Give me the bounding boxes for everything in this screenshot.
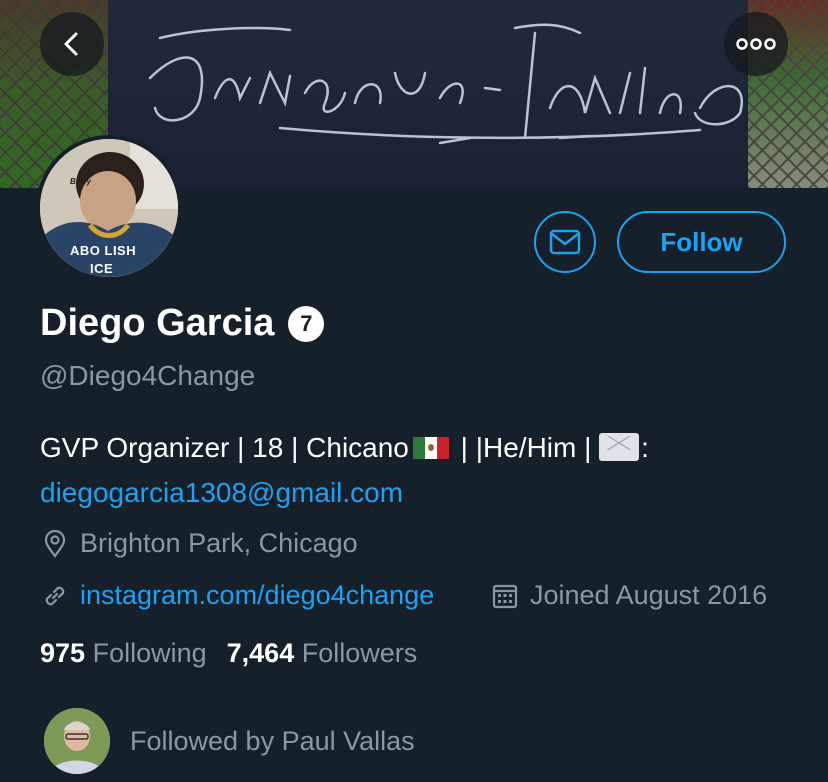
following-stat[interactable]: 975 Following — [40, 638, 207, 669]
followers-count: 7,464 — [226, 638, 295, 668]
banner-chalk-lettering — [148, 23, 743, 145]
profile-bio: GVP Organizer | 18 | Chicano | |He/Him |… — [40, 425, 800, 515]
followers-stat[interactable]: 7,464 Followers — [227, 638, 418, 669]
link-icon — [40, 581, 70, 611]
profile-joined: Joined August 2016 — [490, 580, 767, 611]
website-link[interactable]: instagram.com/diego4change — [80, 580, 434, 611]
bio-text: GVP Organizer | 18 | Chicano — [40, 432, 409, 463]
more-horizontal-icon — [736, 38, 776, 50]
message-button[interactable] — [534, 211, 596, 273]
followers-label: Followers — [301, 638, 418, 668]
chevron-left-icon — [64, 32, 78, 56]
location-pin-icon — [40, 529, 70, 559]
profile-name-row: Diego Garcia 7 — [40, 302, 325, 345]
follower-avatar — [44, 708, 110, 774]
profile-name: Diego Garcia — [40, 302, 275, 344]
followed-by-text: Followed by Paul Vallas — [130, 725, 415, 756]
profile-avatar[interactable]: ABO LISH ICE Baby — [36, 135, 182, 281]
envelope-emoji-icon — [599, 433, 640, 461]
bio-colon: : — [641, 432, 649, 463]
profile-website: instagram.com/diego4change — [40, 580, 434, 611]
avatar-face-text: Baby — [70, 177, 92, 186]
follow-button[interactable]: Follow — [617, 211, 786, 273]
envelope-icon — [549, 229, 581, 255]
badge-icon: 7 — [288, 305, 325, 342]
more-options-button[interactable] — [724, 12, 788, 76]
avatar-shirt-text-top: ABO LISH — [70, 243, 137, 258]
bio-pronouns: | |He/Him | — [452, 432, 600, 463]
mexico-flag-icon — [412, 437, 449, 459]
joined-text: Joined August 2016 — [530, 580, 768, 610]
avatar-shirt-text-bottom: ICE — [90, 261, 114, 276]
location-text: Brighton Park, Chicago — [80, 528, 358, 558]
bio-email-link[interactable]: diegogarcia1308@gmail.com — [40, 477, 403, 508]
following-count: 975 — [40, 638, 86, 668]
following-label: Following — [92, 638, 207, 668]
profile-location: Brighton Park, Chicago — [40, 528, 358, 559]
calendar-icon — [490, 581, 520, 611]
follow-stats: 975 Following 7,464 Followers — [40, 638, 417, 669]
profile-handle: @Diego4Change — [40, 360, 256, 391]
back-button[interactable] — [40, 12, 104, 76]
followed-by-row[interactable]: Followed by Paul Vallas — [44, 708, 415, 774]
